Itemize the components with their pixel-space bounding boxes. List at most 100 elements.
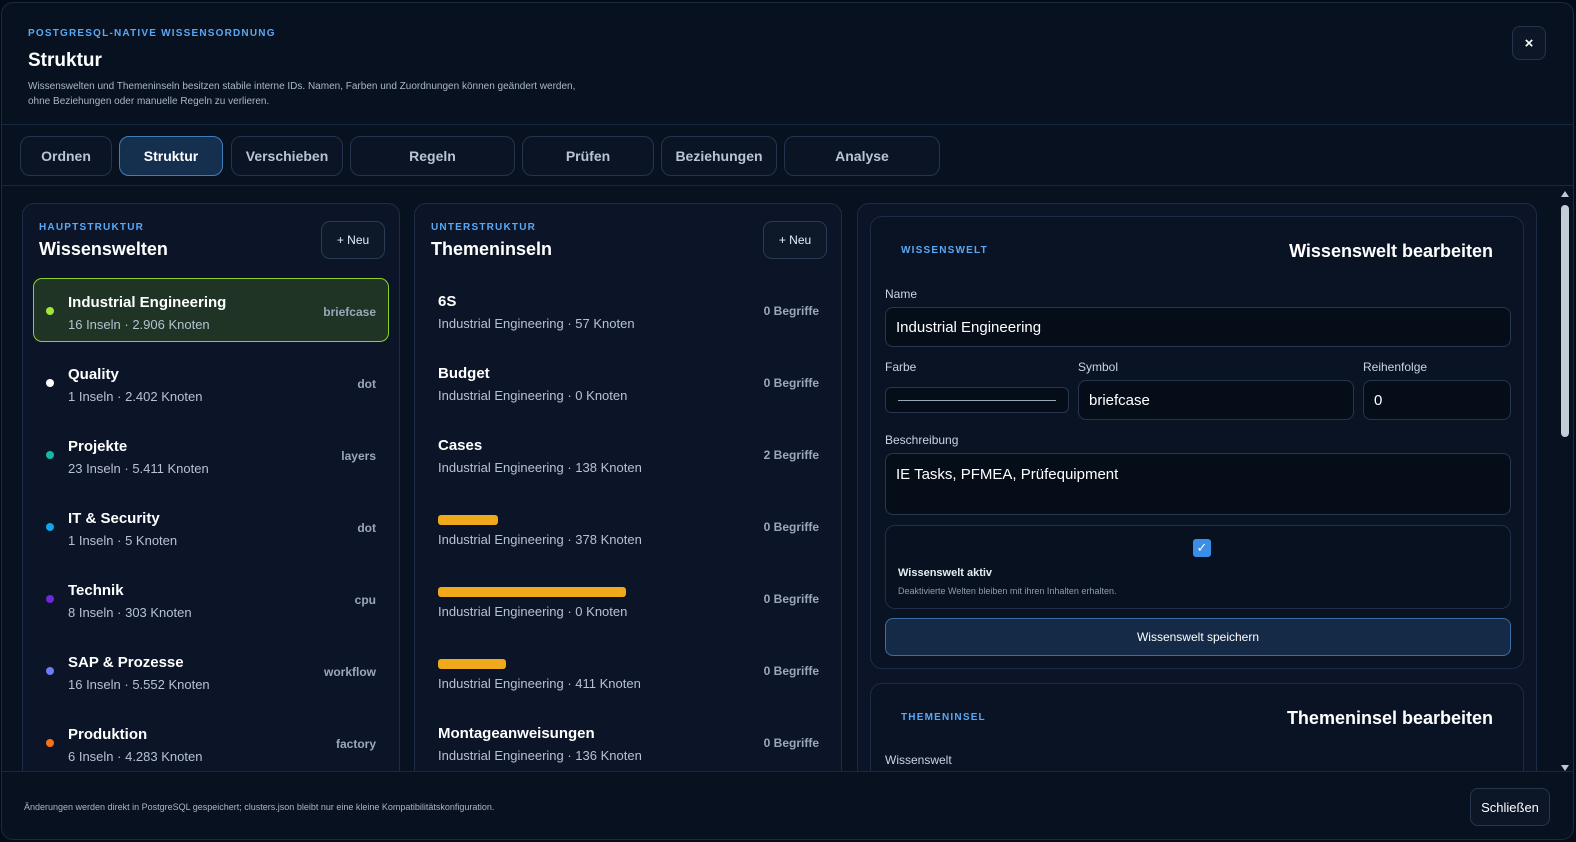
description-line-2: ohne Beziehungen oder manuelle Regeln zu… — [28, 96, 270, 107]
description-line-1: Wissenswelten und Themeninseln besitzen … — [28, 81, 576, 92]
tab-verschieben[interactable]: Verschieben — [231, 136, 343, 176]
world-name: Produktion — [68, 726, 148, 743]
world-symbol: briefcase — [323, 305, 376, 319]
order-input[interactable]: 0 — [1363, 380, 1511, 420]
scroll-thumb[interactable] — [1561, 205, 1569, 437]
topic-term-count: 0 Begriffe — [763, 736, 819, 750]
world-meta: 1 Inseln · 2.402 Knoten — [68, 389, 203, 404]
world-symbol: layers — [341, 449, 376, 463]
world-meta: 1 Inseln · 5 Knoten — [68, 533, 178, 548]
tab-ordnen[interactable]: Ordnen — [20, 136, 112, 176]
topic-meta: Industrial Engineering · 378 Knoten — [438, 532, 642, 547]
active-checkbox[interactable]: ✓ — [1193, 539, 1211, 557]
world-meta: 23 Inseln · 5.411 Knoten — [68, 461, 209, 476]
tab-bar: Ordnen Struktur Verschieben Regeln Prüfe… — [2, 126, 1573, 186]
editor-panel: WISSENSWELT Wissenswelt bearbeiten Name … — [857, 203, 1537, 783]
world-item[interactable]: Technik 8 Inseln · 303 Knoten cpu — [33, 566, 389, 630]
dialog-footer: Änderungen werden direkt in PostgreSQL g… — [2, 771, 1573, 839]
active-hint: Deaktivierte Welten bleiben mit ihren In… — [898, 586, 1117, 596]
world-color-dot — [46, 667, 54, 675]
topic-world-label: Wissenswelt — [885, 753, 952, 767]
topic-term-count: 0 Begriffe — [763, 304, 819, 318]
name-input[interactable]: Industrial Engineering — [885, 307, 1511, 347]
color-picker[interactable] — [885, 387, 1069, 413]
world-item[interactable]: Projekte 23 Inseln · 5.411 Knoten layers — [33, 422, 389, 486]
active-label: Wissenswelt aktiv — [898, 567, 993, 579]
world-edit-card: WISSENSWELT Wissenswelt bearbeiten Name … — [870, 216, 1524, 669]
topic-name: Montageanweisungen — [438, 725, 595, 742]
topic-item[interactable]: Budget Industrial Engineering · 0 Knoten… — [425, 350, 831, 414]
redacted-topic-name — [438, 659, 506, 669]
world-symbol: dot — [357, 377, 376, 391]
tab-struktur[interactable]: Struktur — [119, 136, 223, 176]
topic-meta: Industrial Engineering · 138 Knoten — [438, 460, 642, 475]
topic-meta: Industrial Engineering · 0 Knoten — [438, 388, 628, 403]
topics-eyebrow: UNTERSTRUKTUR — [431, 222, 537, 233]
redacted-topic-name — [438, 515, 498, 525]
tab-pruefen[interactable]: Prüfen — [522, 136, 654, 176]
description-textarea[interactable]: IE Tasks, PFMEA, Prüfequipment — [885, 453, 1511, 515]
world-meta: 16 Inseln · 2.906 Knoten — [68, 317, 210, 332]
topic-meta: Industrial Engineering · 136 Knoten — [438, 748, 642, 763]
worlds-eyebrow: HAUPTSTRUKTUR — [39, 222, 145, 233]
topic-term-count: 0 Begriffe — [763, 376, 819, 390]
world-item[interactable]: SAP & Prozesse 16 Inseln · 5.552 Knoten … — [33, 638, 389, 702]
world-item[interactable]: Quality 1 Inseln · 2.402 Knoten dot — [33, 350, 389, 414]
symbol-label: Symbol — [1078, 360, 1119, 374]
dialog-header: POSTGRESQL-NATIVE WISSENSORDNUNG Struktu… — [2, 3, 1573, 125]
world-item[interactable]: Produktion 6 Inseln · 4.283 Knoten facto… — [33, 710, 389, 774]
close-icon-button[interactable]: × — [1512, 26, 1546, 60]
world-item[interactable]: Industrial Engineering 16 Inseln · 2.906… — [33, 278, 389, 342]
tab-beziehungen[interactable]: Beziehungen — [661, 136, 777, 176]
world-name: Quality — [68, 366, 119, 383]
topic-term-count: 0 Begriffe — [763, 592, 819, 606]
topic-name: 6S — [438, 293, 457, 310]
world-name: SAP & Prozesse — [68, 654, 184, 671]
topic-item[interactable]: 6S Industrial Engineering · 57 Knoten 0 … — [425, 278, 831, 342]
tab-regeln[interactable]: Regeln — [350, 136, 515, 176]
scroll-up-icon[interactable] — [1561, 191, 1569, 197]
page-title: Struktur — [28, 50, 102, 71]
topic-name: Budget — [438, 365, 490, 382]
world-color-dot — [46, 451, 54, 459]
world-meta: 8 Inseln · 303 Knoten — [68, 605, 192, 620]
worlds-panel: HAUPTSTRUKTUR Wissenswelten + Neu Indust… — [22, 203, 400, 783]
topics-title: Themeninseln — [431, 239, 553, 259]
new-world-button[interactable]: + Neu — [321, 221, 385, 259]
save-world-button[interactable]: Wissenswelt speichern — [885, 618, 1511, 656]
topic-item[interactable]: Industrial Engineering · 378 Knoten 0 Be… — [425, 494, 831, 558]
topic-term-count: 0 Begriffe — [763, 664, 819, 678]
topic-edit-card: THEMENINSEL Themeninsel bearbeiten Wisse… — [870, 683, 1524, 782]
topic-edit-title: Themeninsel bearbeiten — [1286, 708, 1493, 728]
world-meta: 16 Inseln · 5.552 Knoten — [68, 677, 210, 692]
topics-panel: UNTERSTRUKTUR Themeninseln + Neu 6S Indu… — [414, 203, 842, 783]
topic-term-count: 2 Begriffe — [763, 448, 819, 462]
redacted-topic-name — [438, 587, 626, 597]
symbol-input[interactable]: briefcase — [1078, 380, 1354, 420]
topic-meta: Industrial Engineering · 0 Knoten — [438, 604, 628, 619]
world-item[interactable]: IT & Security 1 Inseln · 5 Knoten dot — [33, 494, 389, 558]
world-symbol: cpu — [354, 593, 376, 607]
topic-meta: Industrial Engineering · 411 Knoten — [438, 676, 641, 691]
world-symbol: workflow — [323, 665, 376, 679]
scrollbar[interactable] — [1560, 191, 1570, 773]
world-meta: 6 Inseln · 4.283 Knoten — [68, 749, 203, 764]
world-name: Industrial Engineering — [68, 294, 227, 311]
topic-item[interactable]: Industrial Engineering · 0 Knoten 0 Begr… — [425, 566, 831, 630]
topic-meta: Industrial Engineering · 57 Knoten — [438, 316, 635, 331]
header-eyebrow: POSTGRESQL-NATIVE WISSENSORDNUNG — [28, 28, 276, 39]
color-swatch-line — [898, 400, 1056, 401]
world-color-dot — [46, 523, 54, 531]
world-symbol: dot — [357, 521, 376, 535]
tab-analyse[interactable]: Analyse — [784, 136, 940, 176]
footer-note: Änderungen werden direkt in PostgreSQL g… — [24, 802, 495, 812]
structure-dialog: POSTGRESQL-NATIVE WISSENSORDNUNG Struktu… — [1, 2, 1574, 840]
topic-item[interactable]: Montageanweisungen Industrial Engineerin… — [425, 710, 831, 774]
name-label: Name — [885, 287, 918, 301]
world-edit-title: Wissenswelt bearbeiten — [1289, 241, 1493, 261]
world-name: Technik — [68, 582, 124, 599]
close-button[interactable]: Schließen — [1470, 788, 1550, 826]
topic-item[interactable]: Industrial Engineering · 411 Knoten 0 Be… — [425, 638, 831, 702]
new-topic-button[interactable]: + Neu — [763, 221, 827, 259]
topic-item[interactable]: Cases Industrial Engineering · 138 Knote… — [425, 422, 831, 486]
